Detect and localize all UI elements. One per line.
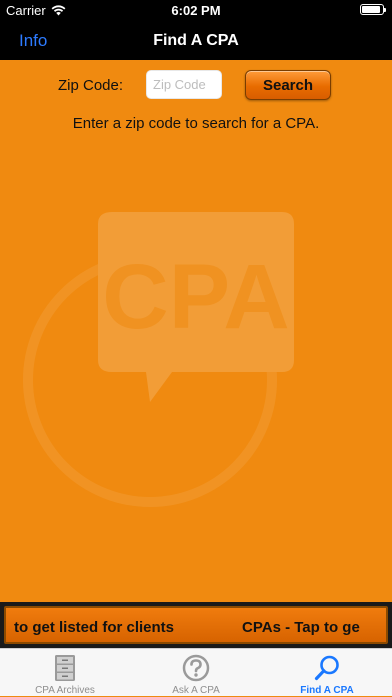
battery-fill [362,6,380,13]
tab-label: CPA Archives [35,685,95,696]
nav-bar: Info Find A CPA [0,22,392,60]
tab-label: Find A CPA [300,685,354,696]
battery-icon [360,4,386,15]
magnifier-icon [314,655,339,681]
question-mark-icon [182,654,210,682]
tab-ask-a-cpa[interactable]: Ask A CPA [131,649,261,697]
promo-banner-button[interactable]: to get listed for clients CPAs - Tap to g… [4,606,388,644]
watermark-text: CPA [102,246,289,348]
tab-find-a-cpa[interactable]: Find A CPA [262,649,392,697]
zip-code-input[interactable] [146,70,222,99]
search-button[interactable]: Search [245,70,331,100]
zip-code-label: Zip Code: [58,77,124,94]
main-content: CPA Zip Code: Search Enter a zip code to… [0,60,392,602]
status-bar: Carrier 6:02 PM [0,0,392,22]
tab-cpa-archives[interactable]: CPA Archives [0,649,130,697]
banner-marquee: to get listed for clients CPAs - Tap to g… [14,619,360,636]
banner-text-part-1: to get listed for clients [14,619,175,636]
file-cabinet-icon [55,655,75,681]
instruction-text: Enter a zip code to search for a CPA. [72,115,320,132]
promo-banner: to get listed for clients CPAs - Tap to g… [0,602,392,648]
tab-label: Ask A CPA [172,685,220,696]
banner-text-part-2: CPAs - Tap to ge [242,619,360,636]
cpa-logo-watermark: CPA [23,212,294,507]
status-time: 6:02 PM [171,3,221,18]
page-title: Find A CPA [153,32,239,49]
tab-bar: CPA Archives Ask A CPA Find A CPA [0,648,392,696]
